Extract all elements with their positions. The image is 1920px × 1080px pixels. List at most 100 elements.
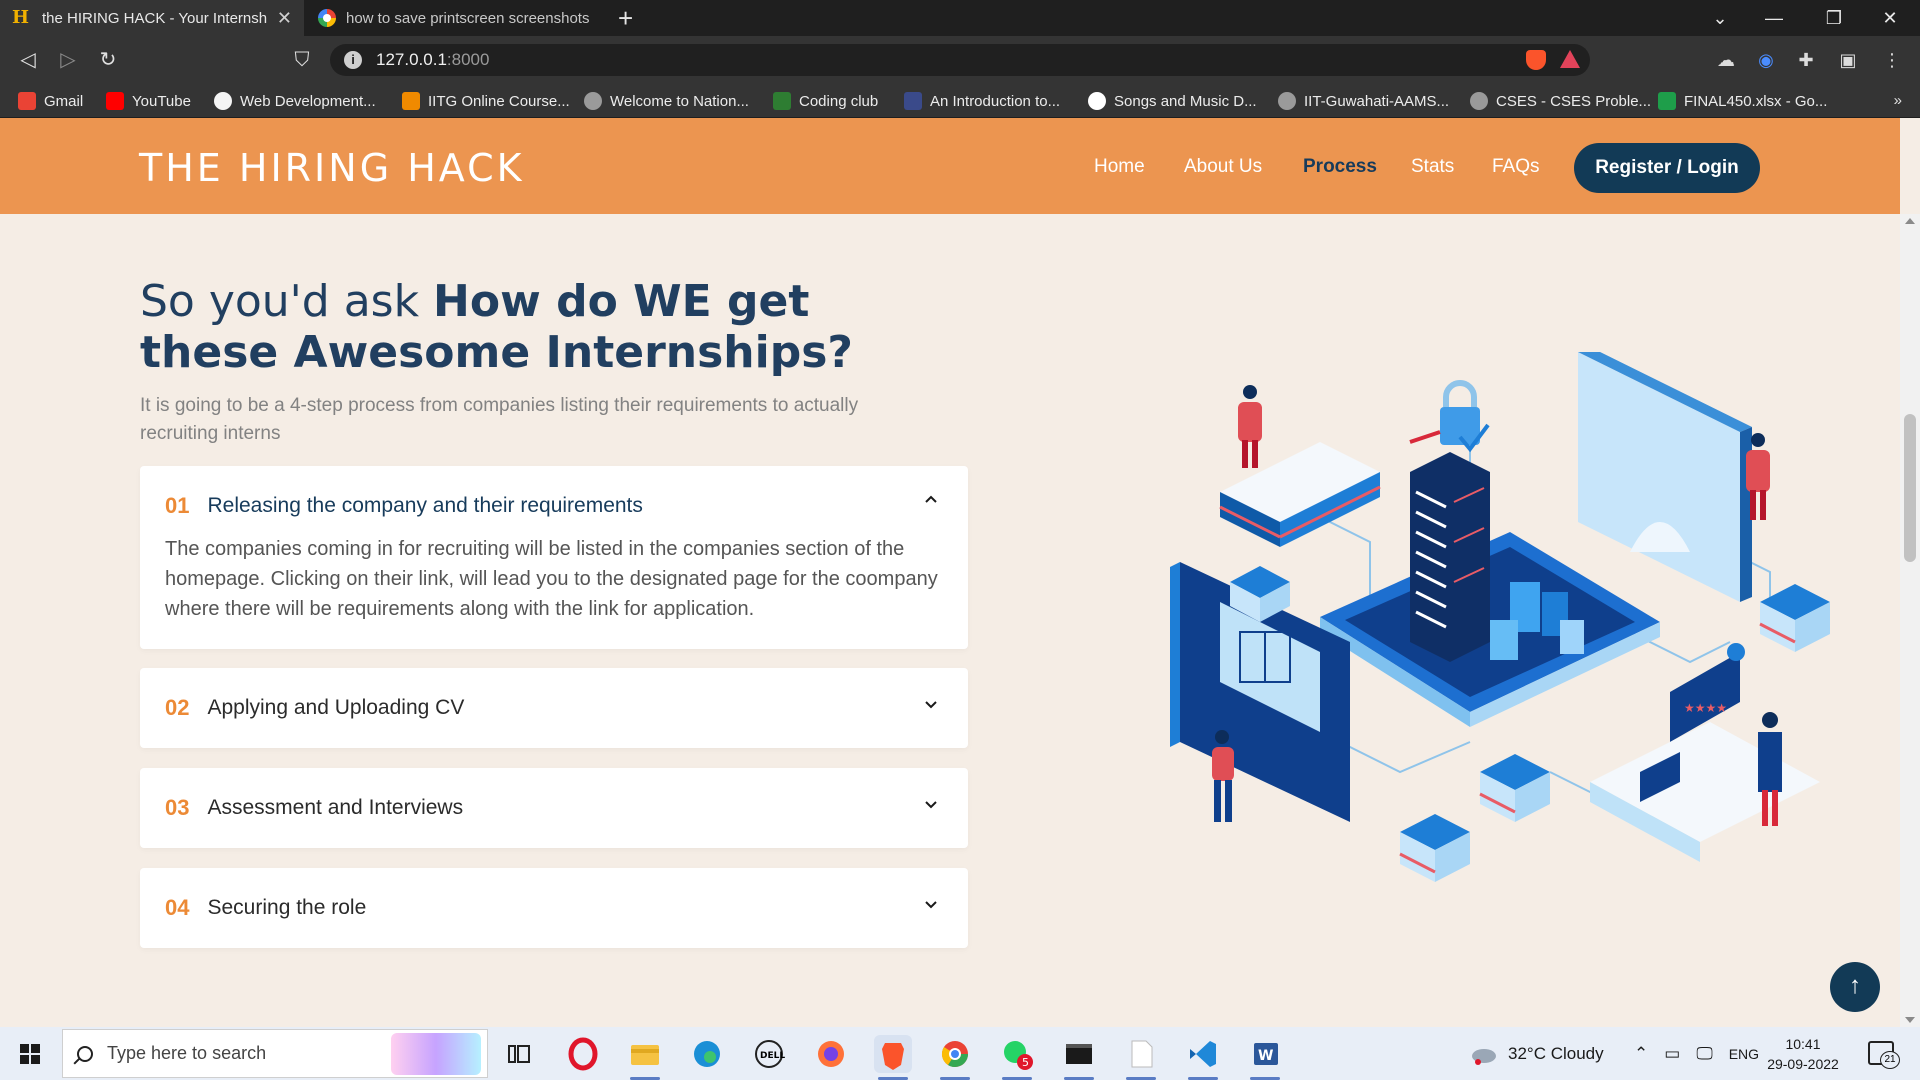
register-login-button[interactable]: Register / Login: [1574, 143, 1760, 193]
taskbar-clock[interactable]: 10:41 29-09-2022: [1758, 1034, 1848, 1074]
scroll-down-icon[interactable]: [1905, 1017, 1915, 1023]
bookmark-icon[interactable]: ⛉: [288, 46, 316, 74]
language-indicator[interactable]: ENG: [1729, 1046, 1759, 1062]
site-header: THE HIRING HACK Home About Us Process St…: [0, 118, 1900, 214]
windows-start-icon[interactable]: [20, 1044, 40, 1064]
youtube-icon: [106, 92, 124, 110]
notification-center-icon[interactable]: 21: [1868, 1041, 1900, 1069]
terminal-icon[interactable]: [1060, 1035, 1098, 1080]
bookmark-cses[interactable]: CSES - CSES Proble...: [1470, 90, 1651, 112]
section-subtext: It is going to be a 4-step process from …: [140, 395, 859, 444]
scroll-to-top-button[interactable]: ↑: [1830, 962, 1880, 1012]
word-icon[interactable]: W: [1246, 1035, 1284, 1080]
scrollbar-thumb[interactable]: [1904, 414, 1916, 562]
sheets-icon: [1658, 92, 1676, 110]
box-stack-bottom: [1399, 814, 1470, 882]
bookmarks-bar: Gmail YouTube Web Development... IITG On…: [0, 84, 1920, 118]
scroll-up-icon[interactable]: [1905, 218, 1915, 224]
bookmark-youtube[interactable]: YouTube: [106, 90, 191, 112]
reload-icon[interactable]: ↻: [94, 46, 122, 74]
tab-search-chevron-icon[interactable]: ⌄: [1690, 0, 1750, 36]
bookmark-label: Gmail: [44, 92, 84, 110]
chevron-down-icon[interactable]: [924, 798, 938, 812]
accordion-header[interactable]: 02 Applying and Uploading CV: [165, 668, 464, 748]
step-number: 04: [165, 895, 190, 920]
box-stack-mid: [1479, 754, 1550, 822]
wallet-icon[interactable]: ▣: [1836, 48, 1860, 72]
new-tab-icon[interactable]: +: [618, 4, 633, 32]
page-scrollbar[interactable]: [1900, 214, 1920, 1027]
accordion-header[interactable]: 04 Securing the role: [165, 868, 366, 948]
restore-icon[interactable]: ❐: [1804, 0, 1864, 36]
weather-text: 32°C Cloudy: [1508, 1043, 1604, 1063]
brave-shields-icon[interactable]: [1526, 50, 1546, 70]
back-icon[interactable]: ◁: [14, 46, 42, 74]
whatsapp-icon[interactable]: 5: [998, 1035, 1036, 1080]
iitg-icon: [402, 92, 420, 110]
bookmark-label: Welcome to Nation...: [610, 92, 749, 110]
window-close-icon[interactable]: ✕: [1860, 0, 1920, 36]
bookmark-final450[interactable]: FINAL450.xlsx - Go...: [1658, 90, 1827, 112]
close-icon[interactable]: ✕: [277, 8, 292, 29]
tray-overflow-icon[interactable]: ⌃: [1634, 1044, 1648, 1064]
bookmark-songs-music[interactable]: Songs and Music D...: [1088, 90, 1257, 112]
notepad-icon[interactable]: [1122, 1035, 1160, 1080]
file-explorer-icon[interactable]: [626, 1035, 664, 1080]
minimize-icon[interactable]: —: [1744, 0, 1804, 36]
bookmark-iitg-aams[interactable]: IIT-Guwahati-AAMS...: [1278, 90, 1449, 112]
dell-icon[interactable]: DELL: [750, 1035, 788, 1073]
battery-icon[interactable]: ▭: [1664, 1044, 1680, 1064]
svg-text:★★★★: ★★★★: [1684, 701, 1727, 715]
windows-taskbar: Type here to search DELL 5 W 32°C Cloudy…: [0, 1027, 1920, 1080]
more-bookmarks-icon[interactable]: »: [1894, 92, 1902, 109]
vscode-icon[interactable]: [1184, 1035, 1222, 1080]
site-brand[interactable]: THE HIRING HACK: [139, 146, 525, 190]
brave-browser-icon[interactable]: [874, 1035, 912, 1080]
clock-extension-icon[interactable]: ◉: [1754, 48, 1778, 72]
address-bar[interactable]: i 127.0.0.1:8000: [330, 44, 1590, 76]
bookmark-label: IIT-Guwahati-AAMS...: [1304, 92, 1450, 110]
taskbar-search-box[interactable]: Type here to search: [62, 1029, 488, 1078]
tab-hiring-hack[interactable]: H the HIRING HACK - Your Internsh ✕: [0, 0, 304, 36]
bookmark-label: Songs and Music D...: [1114, 92, 1257, 110]
section-heading: So you'd ask How do WE get these Awesome…: [140, 276, 900, 378]
bookmark-gmail[interactable]: Gmail: [18, 90, 83, 112]
task-view-icon[interactable]: [500, 1035, 538, 1073]
chevron-down-icon[interactable]: [924, 698, 938, 712]
edge-icon[interactable]: [688, 1035, 726, 1073]
site-info-icon[interactable]: i: [344, 51, 362, 69]
accordion-header[interactable]: 03 Assessment and Interviews: [165, 768, 463, 848]
step-title: Securing the role: [207, 896, 367, 919]
firefox-icon[interactable]: [812, 1035, 850, 1073]
extensions-puzzle-icon[interactable]: ✚: [1794, 48, 1818, 72]
tab-google-search[interactable]: how to save printscreen screenshots in: [306, 0, 606, 36]
search-icon: [77, 1045, 93, 1062]
bookmark-coding-club[interactable]: Coding club: [773, 90, 878, 112]
forward-icon[interactable]: ▷: [54, 46, 82, 74]
bookmark-iitg-online[interactable]: IITG Online Course...: [402, 90, 570, 112]
bookmark-label: CSES - CSES Proble...: [1496, 92, 1652, 110]
tab-title: how to save printscreen screenshots in: [346, 9, 594, 27]
weather-widget[interactable]: 32°C Cloudy: [1468, 1027, 1604, 1080]
nav-stats[interactable]: Stats: [1411, 156, 1454, 178]
network-icon[interactable]: 🖵: [1696, 1044, 1712, 1064]
menu-icon[interactable]: ⋮: [1880, 48, 1904, 72]
nav-process[interactable]: Process: [1303, 156, 1377, 178]
nav-faqs[interactable]: FAQs: [1492, 156, 1540, 178]
svg-text:DELL: DELL: [760, 1051, 785, 1061]
nav-home[interactable]: Home: [1094, 156, 1145, 178]
bookmark-web-development[interactable]: Web Development...: [214, 90, 376, 112]
chevron-up-icon[interactable]: [924, 492, 938, 506]
bookmark-intro[interactable]: An Introduction to...: [904, 90, 1060, 112]
chevron-down-icon[interactable]: [924, 898, 938, 912]
chrome-icon[interactable]: [936, 1035, 974, 1080]
nav-about-us[interactable]: About Us: [1184, 156, 1262, 178]
process-illustration: ★★★★: [1170, 352, 1830, 882]
bookmark-welcome-nation[interactable]: Welcome to Nation...: [584, 90, 749, 112]
svg-text:W: W: [1258, 1048, 1273, 1064]
opera-icon[interactable]: [564, 1035, 602, 1073]
github-icon: [1088, 92, 1106, 110]
brave-rewards-icon[interactable]: [1560, 50, 1580, 68]
accordion-step-4: 04 Securing the role: [140, 868, 968, 948]
extension-icon[interactable]: ☁: [1714, 48, 1738, 72]
